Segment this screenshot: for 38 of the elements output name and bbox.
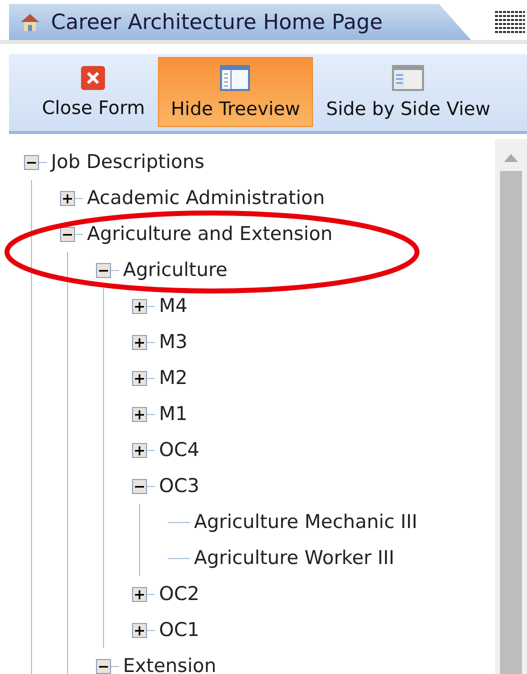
expand-icon[interactable]	[132, 370, 147, 386]
collapse-icon[interactable]	[60, 226, 75, 242]
tree-item[interactable]: OC4	[159, 439, 200, 461]
side-by-side-icon	[392, 64, 424, 90]
collapse-icon[interactable]	[24, 154, 39, 170]
grid-icon[interactable]	[495, 10, 525, 34]
expand-icon[interactable]	[132, 298, 147, 314]
expand-icon[interactable]	[132, 442, 147, 458]
expand-icon[interactable]	[132, 586, 147, 602]
expand-icon[interactable]	[132, 406, 147, 422]
tree-item[interactable]: Agriculture	[123, 259, 228, 281]
toolbar-button[interactable]: Side by Side View	[313, 57, 504, 127]
tree-item[interactable]: Agriculture Mechanic III	[194, 511, 418, 533]
toolbar-button[interactable]: Close Form	[29, 57, 158, 127]
tree-item[interactable]: Extension	[123, 655, 216, 674]
tree-item[interactable]: Agriculture Worker III	[194, 547, 394, 569]
page-tab[interactable]: Career Architecture Home Page	[9, 4, 471, 40]
scrollbar[interactable]	[495, 139, 527, 674]
collapse-icon[interactable]	[132, 478, 147, 494]
collapse-icon[interactable]	[96, 658, 111, 674]
tree-item[interactable]: M3	[159, 331, 188, 353]
tree-item[interactable]: M2	[159, 367, 188, 389]
panel-icon	[220, 64, 250, 90]
tree-item[interactable]: Job Descriptions	[51, 151, 204, 173]
expand-icon[interactable]	[132, 334, 147, 350]
collapse-icon[interactable]	[96, 262, 111, 278]
tree-item[interactable]: Academic Administration	[87, 187, 325, 209]
tree-item[interactable]: OC2	[159, 583, 200, 605]
expand-icon[interactable]	[60, 190, 75, 206]
tree-item[interactable]: M1	[159, 403, 188, 425]
tree-item[interactable]: M4	[159, 295, 188, 317]
tree-item[interactable]: Agriculture and Extension	[87, 223, 333, 245]
tree-item[interactable]: OC3	[159, 475, 200, 497]
close-icon	[81, 66, 106, 90]
tree-item[interactable]: OC1	[159, 619, 200, 641]
toolbar-button[interactable]: Hide Treeview	[158, 57, 314, 127]
house-icon	[19, 11, 41, 33]
expand-icon[interactable]	[132, 622, 147, 638]
